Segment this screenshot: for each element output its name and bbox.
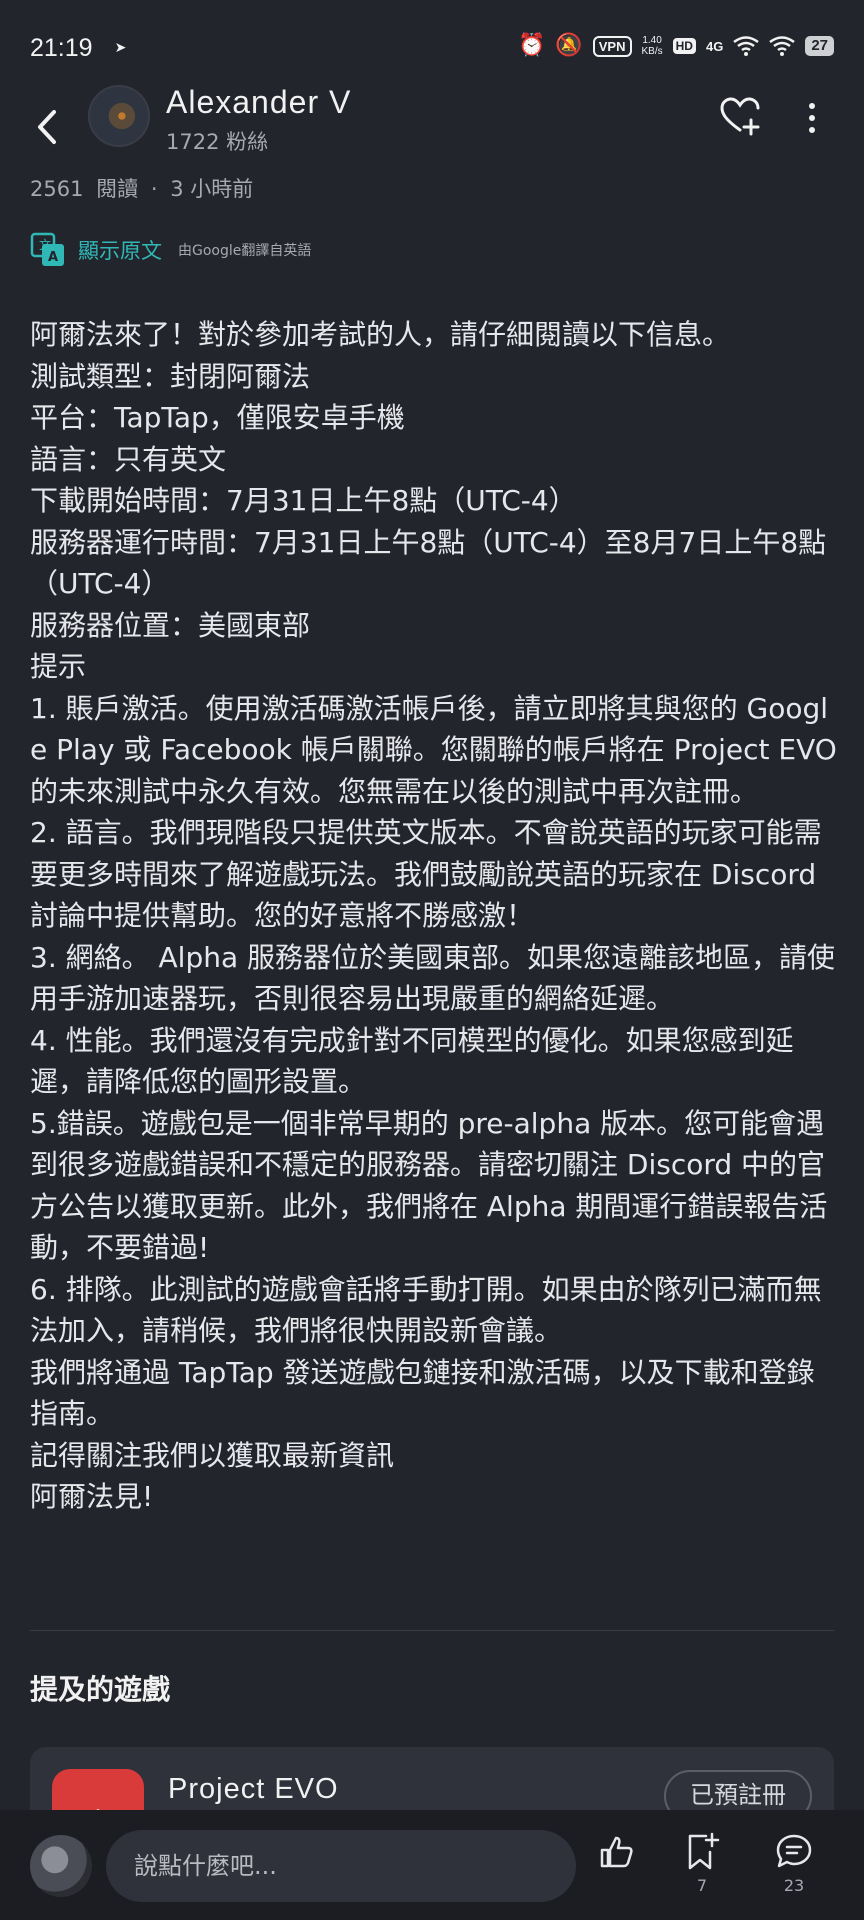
comment-count: 23 [783,1876,805,1895]
translation-note: 由Google翻譯自英語 [178,243,312,259]
mentioned-games-title: 提及的遊戲 [30,1673,171,1706]
post-line: 3. 網絡。 Alpha 服務器位於美國東部。如果您遠離該地區，請使用手游加速器… [30,940,836,1016]
post-meta: 2561 閱讀 · 3 小時前 [30,173,259,203]
more-options-icon[interactable] [800,98,824,138]
post-line: 語言：只有英文 [30,442,227,476]
post-line: 記得關注我們以獲取最新資訊 [30,1438,395,1472]
battery-indicator: 27 [805,36,834,56]
post-line: 服務器運行時間：7月31日上午8點（UTC-4）至8月7日上午8點（UTC-4） [30,525,827,601]
post-line: 阿爾法見! [30,1480,154,1513]
game-name: Project EVO [168,1773,339,1805]
mute-icon: 🔕 [555,33,583,58]
post-line: 提示 [30,650,87,683]
comment-bubble-icon [776,1834,812,1868]
read-count: 2561 [30,177,84,201]
section-divider [30,1630,834,1631]
bottom-action-bar: 說點什麼吧... 7 23 [0,1810,864,1920]
like-button[interactable] [586,1832,646,1872]
speed-unit: KB/s [641,46,663,57]
bookmark-add-icon [688,1832,720,1870]
post-line: 下載開始時間：7月31日上午8點（UTC-4） [30,484,577,517]
network-type: 4G [705,38,724,54]
post-line: 5.錯誤。遊戲包是一個非常早期的 pre-alpha 版本。您可能會遇到很多遊戲… [30,1106,828,1265]
bookmark-count: 7 [696,1876,708,1895]
back-arrow-icon[interactable] [28,102,68,152]
post-line: 2. 語言。我們現階段只提供英文版本。不會說英語的玩家可能需要更多時間來了解遊戲… [30,816,822,932]
meta-separator: · [150,177,158,201]
translate-row: 文 A 顯示原文 由Google翻譯自英語 [30,232,311,268]
post-line: 服務器位置：美國東部 [30,608,311,642]
post-line: 平台：TapTap，僅限安卓手機 [30,401,405,434]
author-name[interactable]: Alexander V [166,84,351,121]
post-line: 6. 排隊。此測試的遊戲會話將手動打開。如果由於隊列已滿而無法加入，請稍候，我們… [30,1272,822,1348]
comment-input[interactable]: 說點什麼吧... [106,1830,576,1902]
post-line: 阿爾法來了！對於參加考試的人，請仔細閱讀以下信息。 [30,318,731,351]
bookmark-button[interactable]: 7 [672,1832,732,1895]
current-user-avatar [30,1835,92,1897]
wifi-icon-2 [769,36,796,56]
status-time: 21:19 [30,33,93,62]
follow-heart-icon[interactable] [718,94,762,138]
vpn-badge: VPN [592,35,632,57]
svg-text:A: A [48,250,58,265]
post-time: 3 小時前 [170,177,254,201]
thumbs-up-icon [600,1836,633,1868]
post-content: 阿爾法來了！對於參加考試的人，請仔細閱讀以下信息。 測試類型：封閉阿爾法 平台：… [30,314,842,1518]
author-avatar[interactable] [88,85,150,147]
network-speed: 1.40 KB/s [642,35,663,57]
post-line: 1. 賬戶激活。使用激活碼激活帳戶後，請立即將其與您的 Google Play … [30,691,837,808]
show-original-link[interactable]: 顯示原文 [78,235,162,265]
comment-button[interactable]: 23 [764,1832,824,1895]
post-line: 4. 性能。我們還沒有完成針對不同模型的優化。如果您感到延遲，請降低您的圖形設置… [30,1023,794,1099]
hd-badge: HD [672,38,696,54]
author-followers: 1722 粉絲 [166,130,269,154]
post-line: 我們將通過 TapTap 發送遊戲包鏈接和激活碼，以及下載和登錄指南。 [30,1355,815,1431]
alarm-icon: ⏰ [517,33,546,58]
wifi-icon [733,36,760,56]
post-line: 測試類型：封閉阿爾法 [30,359,311,393]
speed-value: 1.40 [642,35,662,46]
read-label: 閱讀 [96,177,139,201]
translate-icon[interactable]: 文 A [30,232,66,268]
status-icons: ⏰ 🔕 VPN 1.40 KB/s HD 4G 27 [518,34,834,58]
location-arrow-icon: ➤ [114,40,127,56]
